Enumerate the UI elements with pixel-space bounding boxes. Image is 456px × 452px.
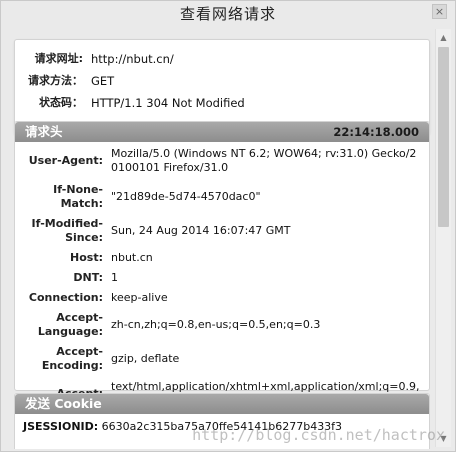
cookies-section: 发送 Cookie JSESSIONID: 6630a2c315ba75a70f… [14, 393, 430, 449]
summary-key: 状态码： [39, 96, 83, 109]
summary-row-method: 请求方法： GET [23, 70, 429, 92]
scroll-down-arrow-icon[interactable]: ▼ [436, 431, 451, 446]
vertical-scrollbar[interactable]: ▲ ▼ [435, 29, 451, 447]
table-row: Accept-Language: zh-cn,zh;q=0.8,en-us;q=… [15, 308, 429, 342]
header-key: If-None-Match: [53, 183, 103, 210]
request-viewer-window: 查看网络请求 × 请求网址: http://nbut.cn/ 请求方法： GET… [0, 0, 456, 452]
header-key: DNT: [73, 271, 103, 284]
section-title: 请求头 [25, 124, 63, 139]
header-value: 1 [111, 271, 118, 284]
table-row: Accept-Encoding: gzip, deflate [15, 342, 429, 376]
summary-value-url: http://nbut.cn/ [91, 52, 174, 66]
header-value: keep-alive [111, 291, 168, 304]
header-value: nbut.cn [111, 251, 153, 264]
header-key: Accept-Encoding: [41, 345, 103, 372]
table-row: Host: nbut.cn [15, 248, 429, 268]
header-key: Connection: [28, 291, 103, 304]
request-headers-section: 请求头 22:14:18.000 User-Agent: Mozilla/5.0… [14, 121, 430, 407]
table-row: If-Modified-Since: Sun, 24 Aug 2014 16:0… [15, 214, 429, 248]
table-row: DNT: 1 [15, 268, 429, 288]
title-bar: 查看网络请求 × [1, 1, 455, 27]
cookie-value: 6630a2c315ba75a70ffe54141b6277b433f3 [101, 420, 343, 433]
close-icon: × [434, 5, 445, 18]
header-key: Host: [70, 251, 103, 264]
summary-row-url: 请求网址: http://nbut.cn/ [23, 48, 429, 70]
content-area: 请求网址: http://nbut.cn/ 请求方法： GET 状态码： HTT… [6, 29, 434, 449]
scrollbar-thumb[interactable] [438, 47, 449, 227]
summary-key: 请求方法： [28, 74, 83, 87]
header-value: "21d89de-5d74-4570dac0" [111, 190, 261, 203]
scroll-up-arrow-icon[interactable]: ▲ [436, 30, 451, 45]
header-value: gzip, deflate [111, 352, 180, 365]
window-title: 查看网络请求 [179, 5, 276, 23]
header-value: Mozilla/5.0 (Windows NT 6.2; WOW64; rv:3… [111, 147, 417, 174]
section-header: 请求头 22:14:18.000 [15, 122, 429, 142]
header-key: If-Modified-Since: [31, 217, 103, 244]
header-value: zh-cn,zh;q=0.8,en-us;q=0.5,en;q=0.3 [111, 318, 321, 331]
summary-value-method: GET [91, 74, 115, 88]
header-key: User-Agent: [28, 154, 103, 167]
headers-table: User-Agent: Mozilla/5.0 (Windows NT 6.2;… [15, 142, 429, 412]
summary-value-status: HTTP/1.1 304 Not Modified [91, 96, 245, 110]
section-title: 发送 Cookie [25, 396, 102, 411]
header-key: Accept-Language: [37, 311, 103, 338]
section-header: 发送 Cookie [15, 394, 429, 414]
header-value: Sun, 24 Aug 2014 16:07:47 GMT [111, 224, 291, 237]
table-row: If-None-Match: "21d89de-5d74-4570dac0" [15, 180, 429, 214]
close-button[interactable]: × [432, 4, 447, 19]
cookie-row: JSESSIONID: 6630a2c315ba75a70ffe54141b62… [15, 414, 429, 440]
table-row: Connection: keep-alive [15, 288, 429, 308]
cookie-key: JSESSIONID: [23, 420, 99, 433]
summary-row-status: 状态码： HTTP/1.1 304 Not Modified [23, 92, 429, 114]
summary-key: 请求网址: [34, 52, 83, 65]
request-timestamp: 22:14:18.000 [333, 125, 419, 139]
table-row: User-Agent: Mozilla/5.0 (Windows NT 6.2;… [15, 142, 429, 180]
